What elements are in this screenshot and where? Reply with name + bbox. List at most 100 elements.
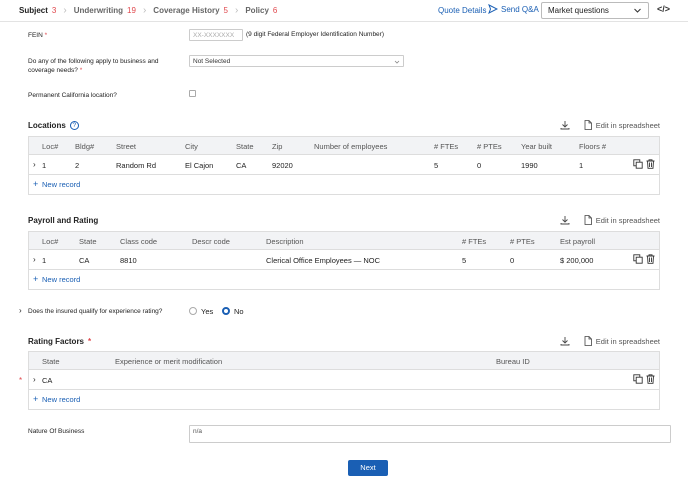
chevron-right-icon[interactable]: › (19, 306, 22, 315)
step-label: Coverage History (153, 6, 220, 15)
table-cell: 1 (579, 161, 584, 170)
step-coverage-history[interactable]: Coverage History 5 › (153, 5, 245, 15)
copy-icon[interactable] (633, 159, 643, 169)
help-icon[interactable]: ? (69, 121, 79, 130)
column-header: # PTEs (477, 142, 502, 151)
chevron-right-icon: › (63, 4, 67, 16)
table-row[interactable]: › 1 CA 8810 Clerical Office Employees — … (29, 250, 659, 270)
new-record-button[interactable]: + New record (29, 270, 659, 289)
column-header: Year built (521, 142, 552, 151)
step-underwriting[interactable]: Underwriting 19 › (74, 4, 154, 16)
next-button[interactable]: Next (348, 460, 388, 476)
edit-sheet-label: Edit in spreadsheet (595, 120, 660, 130)
yes-label: Yes (201, 307, 214, 316)
step-count: 3 (51, 6, 57, 15)
column-header: Floors # (579, 142, 607, 151)
send-qa-button[interactable]: Send Q&A (488, 4, 539, 14)
table-row[interactable]: › CA (29, 370, 659, 390)
column-header: State (236, 142, 254, 151)
plus-icon: + (33, 179, 39, 189)
download-icon[interactable] (560, 336, 570, 346)
chevron-right-icon[interactable]: › (33, 375, 36, 384)
table-cell: 1 (42, 161, 47, 170)
experience-rating-label: Does the insured qualify for experience … (28, 308, 163, 315)
trash-icon[interactable] (646, 159, 655, 169)
table-cell: 1990 (521, 161, 538, 170)
download-icon[interactable] (560, 215, 570, 225)
row-actions (630, 254, 655, 264)
step-breadcrumb: Subject 3 › Underwriting 19 › Coverage H… (19, 4, 277, 16)
fein-input[interactable]: XX-XXXXXXX (189, 29, 243, 41)
step-label: Subject (19, 6, 48, 15)
column-header: Description (266, 237, 304, 246)
table-header: Loc# State Class code Descr code Descrip… (29, 232, 659, 250)
step-policy[interactable]: Policy 6 (245, 6, 277, 15)
column-header: # PTEs (510, 237, 535, 246)
column-header: State (79, 237, 97, 246)
market-select-value: Market questions (548, 6, 609, 15)
column-header: State (42, 357, 60, 366)
table-row[interactable]: › 1 2 Random Rd El Cajon CA 92020 5 0 19… (29, 155, 659, 175)
column-header: Loc# (42, 237, 59, 246)
table-cell: El Cajon (185, 161, 214, 170)
ca-location-checkbox[interactable] (189, 90, 196, 97)
column-header: # FTEs (462, 237, 487, 246)
nature-of-business-input[interactable]: n/a (189, 425, 671, 443)
table-header: State Experience or merit modification B… (29, 352, 659, 370)
nature-of-business-label: Nature Of Business (28, 428, 85, 435)
chevron-right-icon: › (142, 4, 147, 16)
edit-sheet-label: Edit in spreadsheet (595, 336, 660, 346)
trash-icon[interactable] (646, 254, 655, 264)
new-record-label: New record (42, 395, 81, 404)
edit-sheet-label: Edit in spreadsheet (595, 215, 660, 225)
fein-hint: (9 digit Federal Employer Identification… (246, 31, 385, 38)
download-icon[interactable] (560, 120, 570, 130)
column-header: Street (116, 142, 137, 151)
column-header: Descr code (192, 237, 230, 246)
step-count: 19 (127, 6, 136, 15)
coverage-label-line1: Do any of the following apply to busines… (28, 58, 159, 65)
plus-icon: + (33, 274, 39, 284)
table-cell: 5 (434, 161, 439, 170)
market-questions-select[interactable]: Market questions (541, 2, 649, 19)
yes-radio[interactable] (189, 307, 197, 315)
table-header: Loc# Bldg# Street City State Zip Number … (29, 137, 659, 155)
new-record-button[interactable]: + New record (29, 390, 659, 409)
row-actions (630, 159, 655, 169)
coverage-needs-select[interactable]: Not Selected (189, 55, 404, 67)
document-icon (584, 215, 592, 225)
edit-in-spreadsheet-button[interactable]: Edit in spreadsheet (584, 215, 660, 225)
chevron-down-icon (394, 60, 400, 64)
fein-label-text: FEIN (28, 32, 43, 39)
copy-icon[interactable] (633, 374, 643, 384)
new-record-button[interactable]: + New record (29, 175, 659, 194)
payroll-table: Loc# State Class code Descr code Descrip… (28, 231, 660, 290)
column-header: Class code (120, 237, 158, 246)
edit-in-spreadsheet-button[interactable]: Edit in spreadsheet (584, 120, 660, 130)
column-header: Bureau ID (496, 357, 530, 366)
row-actions (630, 374, 655, 384)
chevron-right-icon[interactable]: › (33, 160, 36, 169)
locations-title-text: Locations (28, 121, 66, 130)
no-radio[interactable] (222, 307, 230, 315)
quote-details-link[interactable]: Quote Details (438, 6, 486, 15)
rating-factors-table: State Experience or merit modification B… (28, 351, 660, 410)
table-cell: 92020 (272, 161, 293, 170)
trash-icon[interactable] (646, 374, 655, 384)
coverage-label-line2: coverage needs? * (28, 66, 158, 75)
copy-icon[interactable] (633, 254, 643, 264)
document-icon (584, 336, 592, 346)
locations-tools: Edit in spreadsheet (560, 120, 660, 130)
ca-location-label: Permanent California location? (28, 92, 117, 99)
step-subject[interactable]: Subject 3 › (19, 4, 74, 16)
edit-in-spreadsheet-button[interactable]: Edit in spreadsheet (584, 336, 660, 346)
rating-factors-title: Rating Factors * (28, 337, 91, 346)
required-mark: * (19, 376, 23, 385)
coverage-label-line2-text: coverage needs? (28, 67, 78, 74)
payroll-tools: Edit in spreadsheet (560, 215, 660, 225)
table-cell: $ 200,000 (560, 256, 594, 265)
send-icon (488, 4, 498, 14)
required-mark: * (79, 67, 83, 74)
chevron-right-icon[interactable]: › (33, 255, 36, 264)
code-view-icon[interactable]: </> (657, 4, 670, 14)
